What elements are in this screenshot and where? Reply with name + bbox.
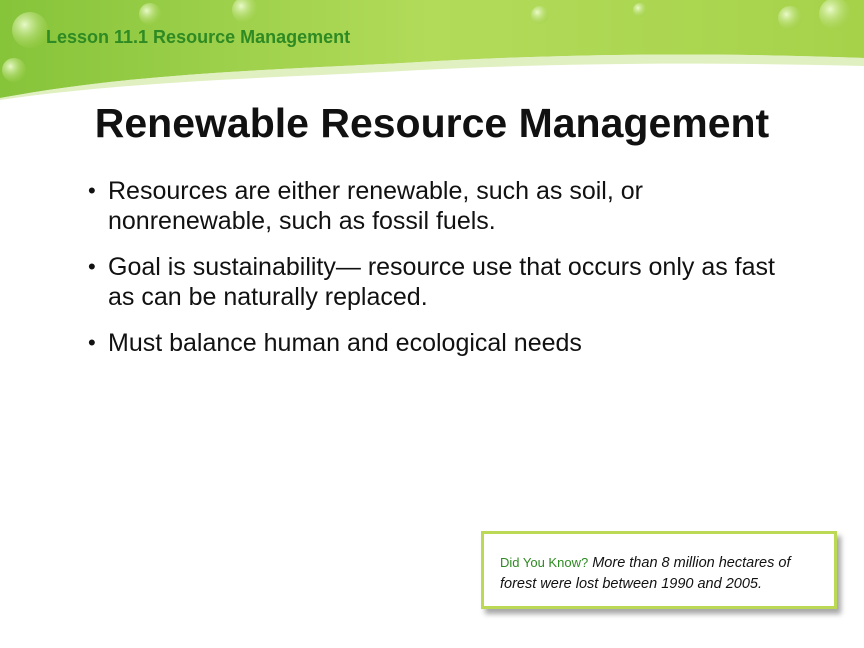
header-banner — [0, 0, 864, 100]
banner-background — [0, 0, 864, 100]
lesson-header: Lesson 11.1 Resource Management — [46, 27, 351, 47]
did-you-know-label: Did You Know? — [500, 555, 589, 570]
bullet-icon: • — [88, 178, 96, 203]
bullet-text: Resources are either renewable, such as … — [108, 177, 643, 235]
bullet-text: Goal is sustainability— resource use tha… — [108, 253, 775, 311]
bullet-item: • Must balance human and ecological need… — [88, 328, 808, 358]
slide-title: Renewable Resource Management — [94, 100, 770, 146]
did-you-know-box: Did You Know? More than 8 million hectar… — [481, 531, 837, 609]
bullet-item: • Resources are either renewable, such a… — [88, 176, 808, 236]
bullet-icon: • — [88, 330, 96, 355]
bullet-item: • Goal is sustainability— resource use t… — [88, 252, 808, 312]
bullet-text: Must balance human and ecological needs — [108, 329, 582, 357]
bullet-list: • Resources are either renewable, such a… — [88, 176, 808, 374]
bullet-icon: • — [88, 254, 96, 279]
